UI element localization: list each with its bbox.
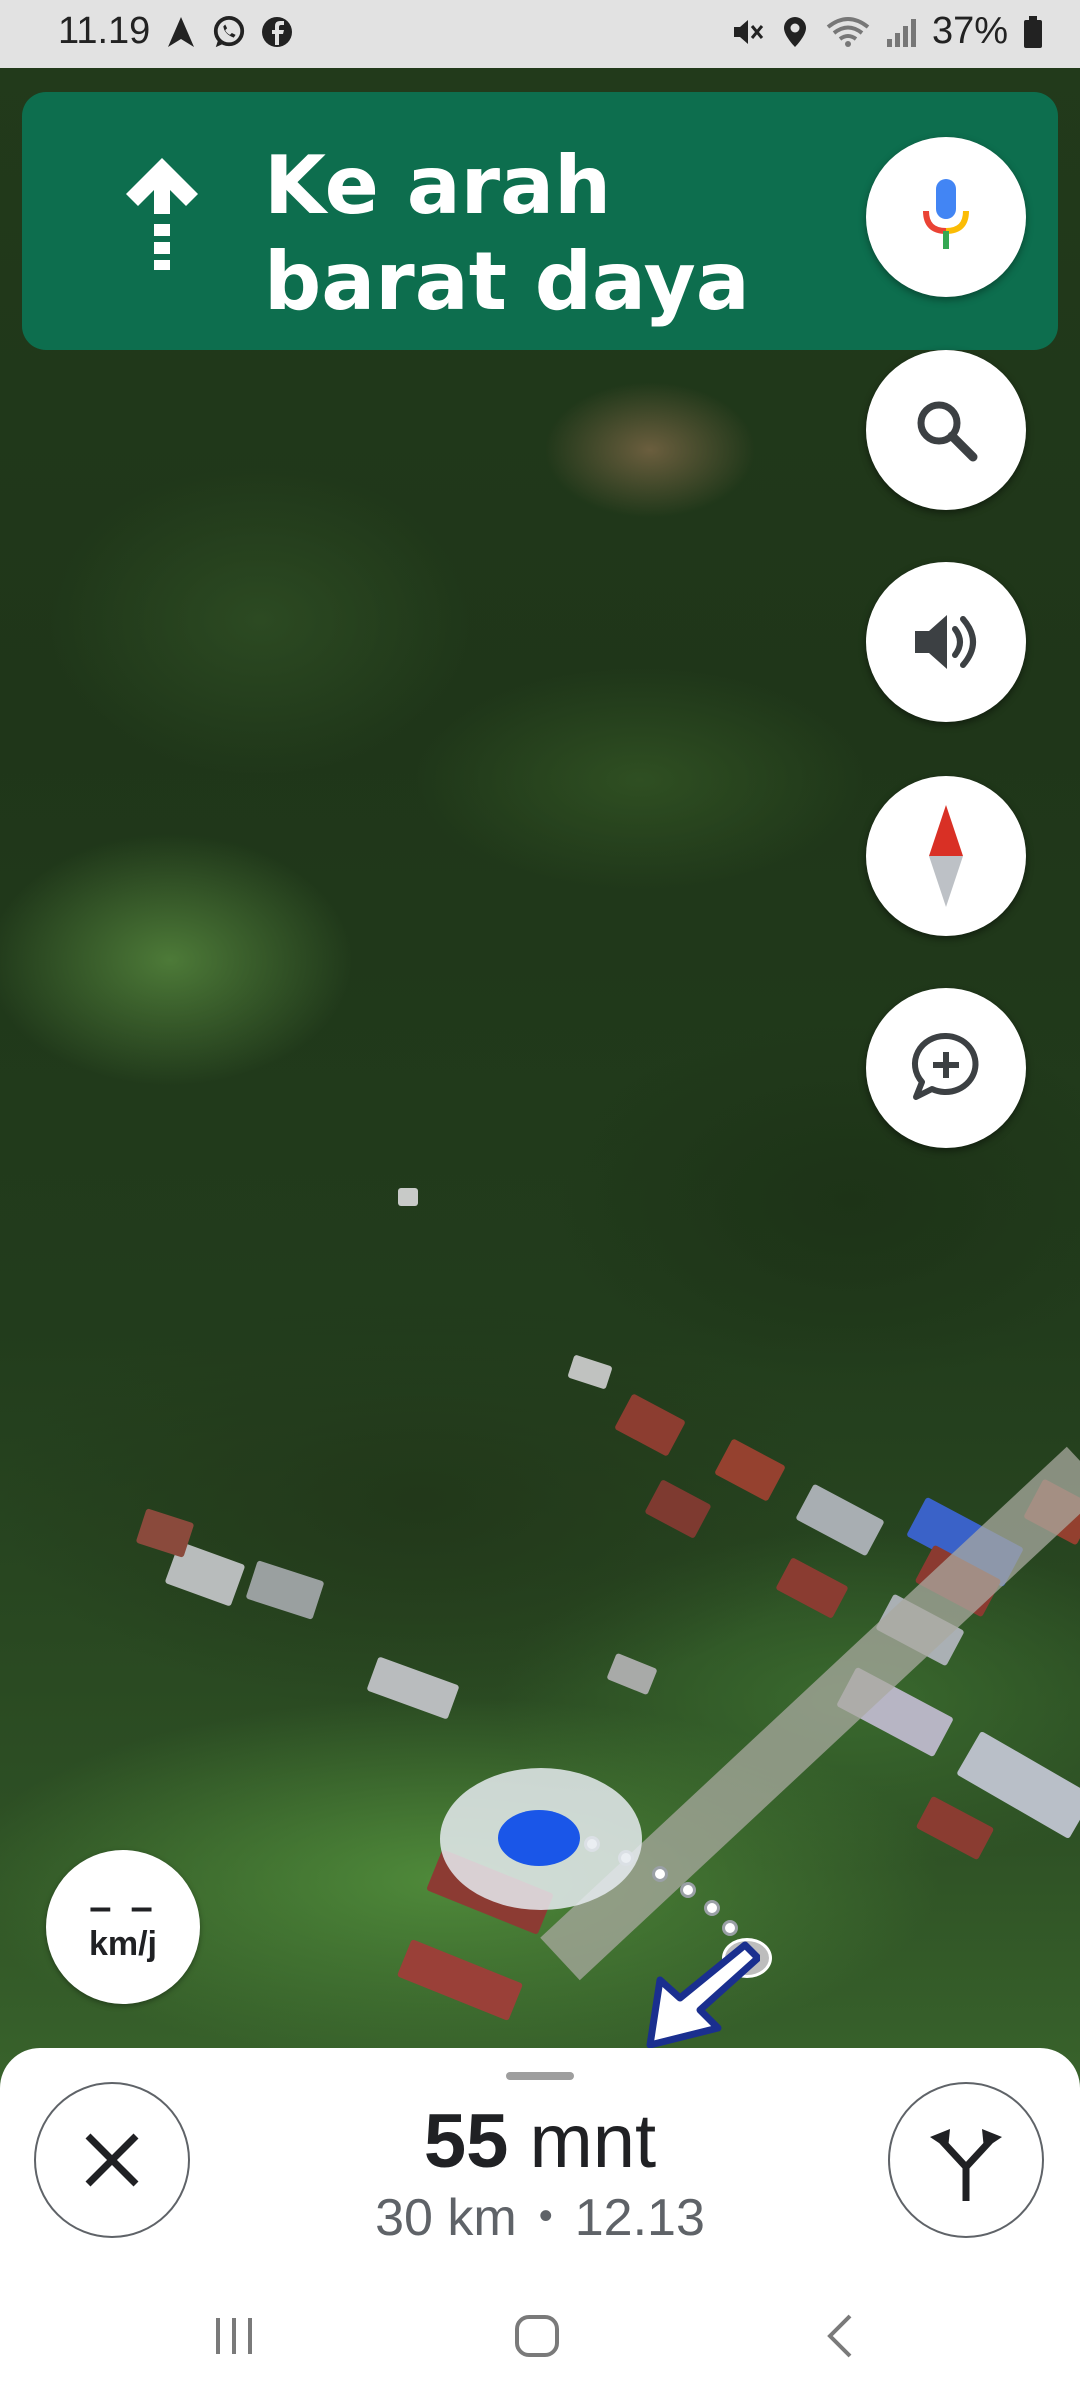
mic-icon bbox=[923, 179, 969, 249]
building bbox=[245, 1560, 325, 1620]
route-dot bbox=[722, 1920, 738, 1936]
instruction-text: Ke arah barat daya bbox=[264, 139, 750, 328]
add-report-button[interactable] bbox=[866, 988, 1026, 1148]
straight-arrow-icon bbox=[126, 158, 198, 270]
system-navigation-bar bbox=[0, 2268, 1080, 2408]
sheet-drag-handle[interactable] bbox=[506, 2072, 574, 2080]
mute-icon bbox=[730, 13, 764, 51]
alternate-routes-button[interactable] bbox=[888, 2082, 1044, 2238]
facebook-icon bbox=[260, 13, 294, 51]
duration-value: 55 bbox=[423, 2099, 509, 2184]
route-dot bbox=[704, 1900, 720, 1916]
navigation-icon bbox=[164, 13, 198, 51]
building bbox=[366, 1656, 460, 1720]
building bbox=[396, 1938, 524, 2022]
speed-unit: km/j bbox=[88, 1925, 158, 1963]
route-dot bbox=[680, 1882, 696, 1898]
status-bar: 11.19 37% bbox=[0, 0, 1080, 68]
building bbox=[915, 1795, 995, 1861]
speedometer: – – km/j bbox=[46, 1850, 200, 2004]
current-location-puck bbox=[498, 1810, 580, 1866]
location-icon bbox=[778, 13, 812, 51]
whatsapp-icon bbox=[212, 13, 246, 51]
compass-button[interactable] bbox=[866, 776, 1026, 936]
building bbox=[606, 1652, 658, 1696]
recent-apps-button[interactable] bbox=[210, 2312, 258, 2360]
building bbox=[135, 1508, 195, 1558]
trip-distance: 30 km bbox=[375, 2189, 517, 2247]
building bbox=[398, 1188, 418, 1206]
search-icon bbox=[917, 401, 978, 462]
alt-route-icon bbox=[930, 2129, 1002, 2201]
route-dot bbox=[652, 1866, 668, 1882]
separator-dot: • bbox=[538, 2194, 553, 2238]
back-button[interactable] bbox=[820, 2312, 860, 2360]
building bbox=[714, 1438, 786, 1502]
building bbox=[567, 1354, 613, 1390]
building bbox=[614, 1393, 686, 1457]
arrival-time: 12.13 bbox=[574, 2189, 705, 2247]
speed-value: – – bbox=[89, 1885, 157, 1929]
battery-icon bbox=[1022, 13, 1044, 51]
add-report-icon bbox=[911, 1032, 979, 1100]
status-time: 11.19 bbox=[58, 10, 151, 52]
home-button[interactable] bbox=[512, 2312, 562, 2360]
building bbox=[795, 1483, 885, 1557]
route-direction-arrow-icon bbox=[646, 1941, 760, 2049]
search-button[interactable] bbox=[866, 350, 1026, 510]
building bbox=[644, 1479, 712, 1539]
sound-button[interactable] bbox=[866, 562, 1026, 722]
battery-percent: 37% bbox=[931, 10, 1008, 52]
compass-icon bbox=[929, 805, 963, 907]
duration-unit: mnt bbox=[529, 2099, 657, 2184]
volume-icon bbox=[915, 615, 976, 669]
building bbox=[775, 1557, 849, 1619]
voice-search-button[interactable] bbox=[866, 137, 1026, 297]
signal-icon bbox=[884, 13, 918, 51]
wifi-icon bbox=[826, 13, 870, 51]
